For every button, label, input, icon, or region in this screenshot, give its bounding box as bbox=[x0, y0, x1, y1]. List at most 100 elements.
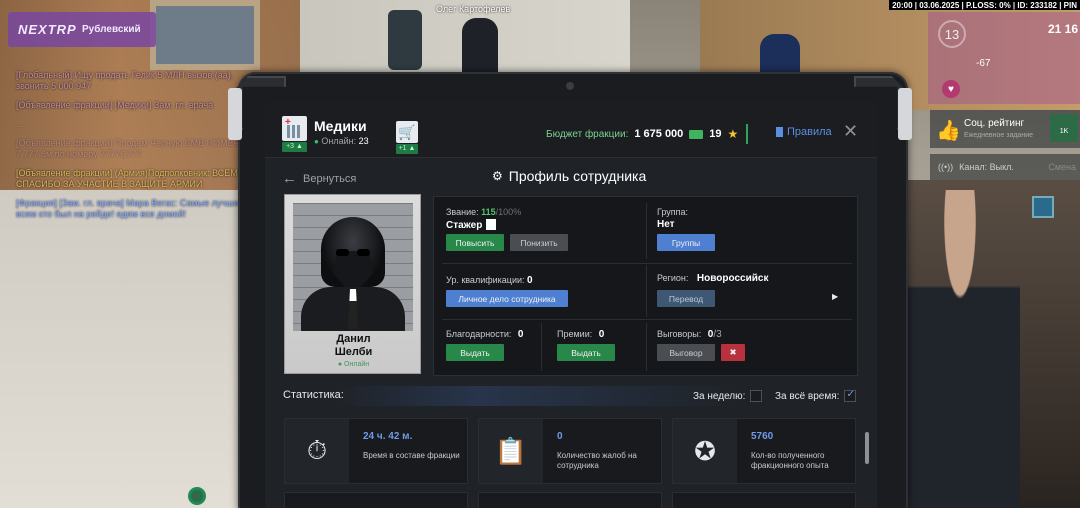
radio-icon: ((•)) bbox=[938, 162, 954, 172]
remove-user-icon: ✖ bbox=[729, 347, 737, 357]
divider bbox=[646, 203, 647, 259]
all-time-checkbox[interactable] bbox=[844, 389, 857, 402]
exp-icon: ✪ bbox=[673, 419, 737, 483]
chat-line: [Объявление фракции] Продам Черную БМВ Н… bbox=[16, 138, 246, 159]
faction-online: ● Онлайн: 23 bbox=[314, 136, 369, 146]
budget-sum: 1 675 000 bbox=[634, 128, 684, 140]
demote-button[interactable]: Понизить bbox=[510, 234, 568, 251]
stat-card bbox=[478, 492, 662, 508]
chat-line: [Глобальный] Ищу продать Гелик 5 МЛН выз… bbox=[16, 70, 234, 91]
shop-cart-button[interactable]: 🛒 bbox=[396, 121, 418, 143]
heart-icon: ♥ bbox=[942, 80, 960, 98]
player-character bbox=[900, 190, 1020, 508]
npc-player bbox=[462, 18, 498, 80]
rating-badge: 1K bbox=[1050, 114, 1078, 142]
quest-icon[interactable] bbox=[1032, 196, 1054, 218]
remove-warning-button[interactable]: ✖ bbox=[721, 344, 745, 361]
chat-line: [Объявление фракции] (Армия)Подполковник… bbox=[16, 168, 238, 189]
rank-badge-icon bbox=[486, 219, 497, 230]
all-time-filter[interactable]: За всё время: bbox=[775, 389, 857, 402]
tablet-bumper bbox=[228, 88, 242, 140]
complaint-icon: 📋 bbox=[479, 419, 543, 483]
building-icon bbox=[287, 125, 302, 138]
faction-level-badge: +3 ▲ bbox=[282, 142, 307, 152]
hospital-icon: + bbox=[282, 116, 307, 141]
warning-button[interactable]: Выговор bbox=[657, 344, 715, 361]
employee-status: ● Онлайн bbox=[337, 361, 370, 368]
divider bbox=[646, 265, 647, 317]
thanks-label: Благодарности: 0 bbox=[446, 329, 524, 340]
cart-badge: +1 ▲ bbox=[396, 144, 418, 154]
rank-value: Стажер bbox=[446, 219, 497, 231]
water-cooler bbox=[388, 10, 422, 70]
player-level: 13 bbox=[938, 20, 966, 48]
employee-photo-card: Данил Шелби ● Онлайн bbox=[284, 194, 421, 374]
chat-line: [Объявление фракции] [Медики] Зам. гл. в… bbox=[16, 100, 214, 110]
stat-value: 5760 bbox=[751, 431, 774, 442]
give-bonus-button[interactable]: Выдать bbox=[557, 344, 615, 361]
faction-budget: Бюджет фракции: 1 675 000 19 ★ bbox=[546, 124, 749, 144]
group-label: Группа: bbox=[657, 207, 689, 217]
employee-info-panel: Звание: 115/100% Стажер Повысить Понизит… bbox=[433, 196, 858, 376]
stats-label: Статистика: bbox=[283, 389, 344, 401]
employee-name: Данил Шелби bbox=[334, 333, 373, 358]
stat-value: 24 ч. 42 м. bbox=[363, 431, 413, 442]
chat-line: [Фракция] [Зам. гл. врача] Мара Вегас: С… bbox=[16, 198, 244, 219]
star-icon: ★ bbox=[727, 127, 739, 141]
player-hunger: -67 bbox=[976, 58, 991, 69]
rating-title: Соц. рейтинг bbox=[964, 118, 1025, 129]
employee-photo bbox=[293, 203, 413, 331]
microphone-icon bbox=[188, 487, 206, 505]
status-topbar: 20:00 | 03.06.2025 | P.LOSS: 0% | ID: 23… bbox=[889, 0, 1080, 10]
stat-description: Кол-во полученного фракционного опыта bbox=[751, 451, 829, 470]
window bbox=[150, 0, 260, 70]
bonus-label: Премии: 0 bbox=[557, 329, 605, 340]
voice-channel-widget[interactable]: ((•)) Канал: Выкл. Смена bbox=[930, 154, 1080, 180]
stat-card: 📋 0 Количество жалоб на сотрудника bbox=[478, 418, 662, 484]
tablet-bumper bbox=[898, 88, 912, 140]
online-dot-icon: ● bbox=[314, 137, 319, 146]
money-icon bbox=[689, 129, 704, 139]
qualification-label: Ур. квалификации: 0 bbox=[446, 275, 533, 286]
faction-header: + +3 ▲ Медики ● Онлайн: 23 🛒 +1 ▲ Бюджет… bbox=[265, 100, 877, 158]
eye bbox=[357, 249, 370, 256]
stopwatch-icon: ⏱ bbox=[285, 419, 349, 483]
region-label: Регион: Новороссийск bbox=[657, 273, 769, 284]
channel-label: Канал: Выкл. bbox=[959, 162, 1014, 172]
tablet-screen: + +3 ▲ Медики ● Онлайн: 23 🛒 +1 ▲ Бюджет… bbox=[265, 100, 877, 508]
arrow-left-icon: ← bbox=[282, 170, 297, 187]
faction-name: Медики bbox=[314, 118, 367, 134]
groups-button[interactable]: Группы bbox=[657, 234, 715, 251]
channel-extra: Смена bbox=[1048, 162, 1076, 172]
chat-log: [Глобальный] Ищу продать Гелик 5 МЛН выз… bbox=[16, 70, 246, 228]
player-money: 21 16 bbox=[1048, 22, 1079, 36]
divider bbox=[442, 263, 852, 264]
cart-icon: 🛒 bbox=[398, 124, 416, 140]
divider bbox=[646, 323, 647, 371]
week-filter[interactable]: За неделю: bbox=[693, 390, 763, 402]
stat-card bbox=[284, 492, 468, 508]
stat-value: 0 bbox=[557, 431, 563, 442]
give-thanks-button[interactable]: Выдать bbox=[446, 344, 504, 361]
page-title: ⚙ Профиль сотрудника bbox=[492, 168, 647, 184]
budget-label: Бюджет фракции: bbox=[546, 128, 629, 140]
play-arrow-icon[interactable]: ▶ bbox=[832, 292, 838, 301]
rating-subtitle: Ежедневное задание bbox=[964, 132, 1033, 139]
personal-file-button[interactable]: Личное дело сотрудника bbox=[446, 290, 568, 307]
tablet-camera bbox=[566, 82, 574, 90]
divider bbox=[541, 323, 542, 371]
transfer-button[interactable]: Перевод bbox=[657, 290, 715, 307]
rules-link[interactable]: Правила bbox=[776, 126, 832, 138]
player-nametag: Олег Картофелев bbox=[436, 4, 511, 14]
back-button[interactable]: ← Вернуться bbox=[282, 170, 356, 187]
promote-button[interactable]: Повысить bbox=[446, 234, 504, 251]
stat-description: Количество жалоб на сотрудника bbox=[557, 451, 637, 470]
rank-label: Звание: 115/100% bbox=[446, 207, 522, 217]
close-icon[interactable]: ✕ bbox=[843, 121, 858, 142]
book-icon bbox=[776, 127, 783, 137]
stat-card: ⏱ 24 ч. 42 м. Время в составе фракции bbox=[284, 418, 468, 484]
social-rating-widget[interactable]: 👍 Соц. рейтинг Ежедневное задание 1K bbox=[930, 110, 1080, 148]
thumbs-up-icon: 👍 bbox=[936, 120, 961, 142]
week-checkbox[interactable] bbox=[750, 390, 763, 402]
scrollbar[interactable] bbox=[865, 432, 869, 464]
